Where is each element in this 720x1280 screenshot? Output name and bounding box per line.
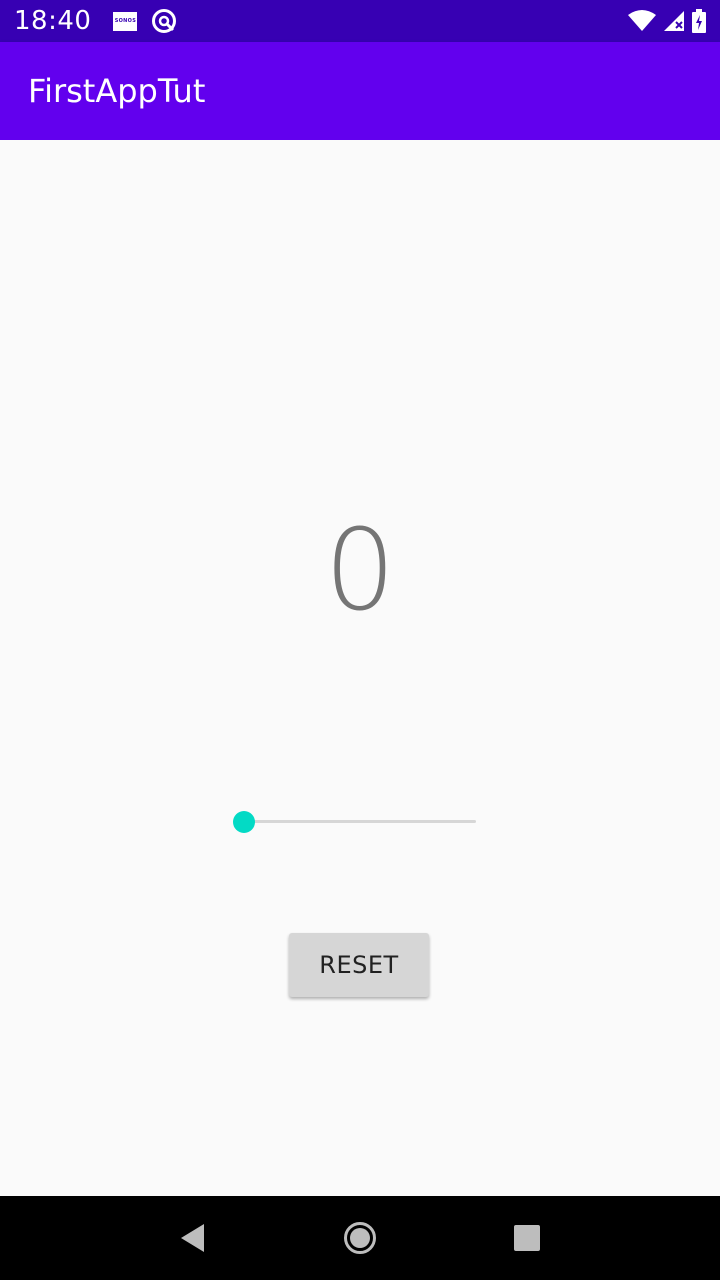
recents-icon (513, 1225, 540, 1251)
at-icon (152, 9, 177, 33)
main-content: 0 RESET (0, 140, 720, 1196)
sonos-icon: SONOS (113, 11, 138, 31)
home-icon (343, 1222, 376, 1254)
battery-icon (692, 9, 706, 33)
reset-button[interactable]: RESET (289, 933, 429, 997)
signal-icon (664, 11, 684, 31)
value-slider[interactable] (232, 810, 478, 834)
wifi-icon (628, 10, 656, 31)
navigation-bar (0, 1196, 720, 1280)
status-left-icons: SONOS (113, 8, 177, 34)
app-title: FirstAppTut (28, 72, 206, 110)
recents-button[interactable] (505, 1216, 549, 1260)
back-icon (181, 1224, 205, 1252)
app-bar: FirstAppTut (0, 42, 720, 140)
slider-track[interactable] (244, 820, 476, 823)
status-time: 18:40 (14, 6, 92, 36)
counter-value: 0 (324, 506, 396, 636)
sonos-icon-text: SONOS (114, 18, 137, 24)
home-button[interactable] (338, 1216, 382, 1260)
slider-thumb[interactable] (233, 811, 255, 833)
status-bar: 18:40 SONOS (0, 0, 720, 42)
status-right-icons (628, 9, 706, 33)
back-button[interactable] (171, 1216, 215, 1260)
